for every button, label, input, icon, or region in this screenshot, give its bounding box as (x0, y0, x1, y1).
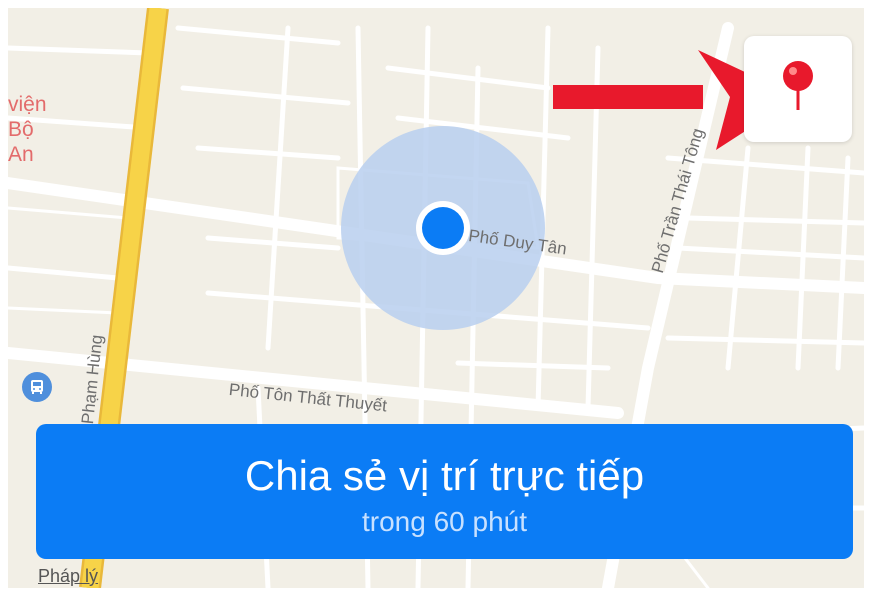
share-subtitle: trong 60 phút (361, 506, 528, 537)
drop-pin-button[interactable] (744, 36, 852, 142)
share-live-location-button[interactable]: Chia sẻ vị trí trực tiếp trong 60 phút (36, 424, 853, 559)
current-location-dot (422, 207, 464, 249)
map-pin-icon (783, 61, 813, 110)
bus-stop-icon[interactable] (22, 372, 52, 402)
share-title: Chia sẻ vị trí trực tiếp (244, 452, 645, 499)
map-view[interactable]: viện Bộ An Phố Duy Tân Phố Trần Thái Tôn… (8, 8, 864, 588)
poi-label: viện Bộ An (8, 93, 47, 166)
bus-icon (31, 380, 43, 394)
legal-link[interactable]: Pháp lý (38, 566, 98, 587)
